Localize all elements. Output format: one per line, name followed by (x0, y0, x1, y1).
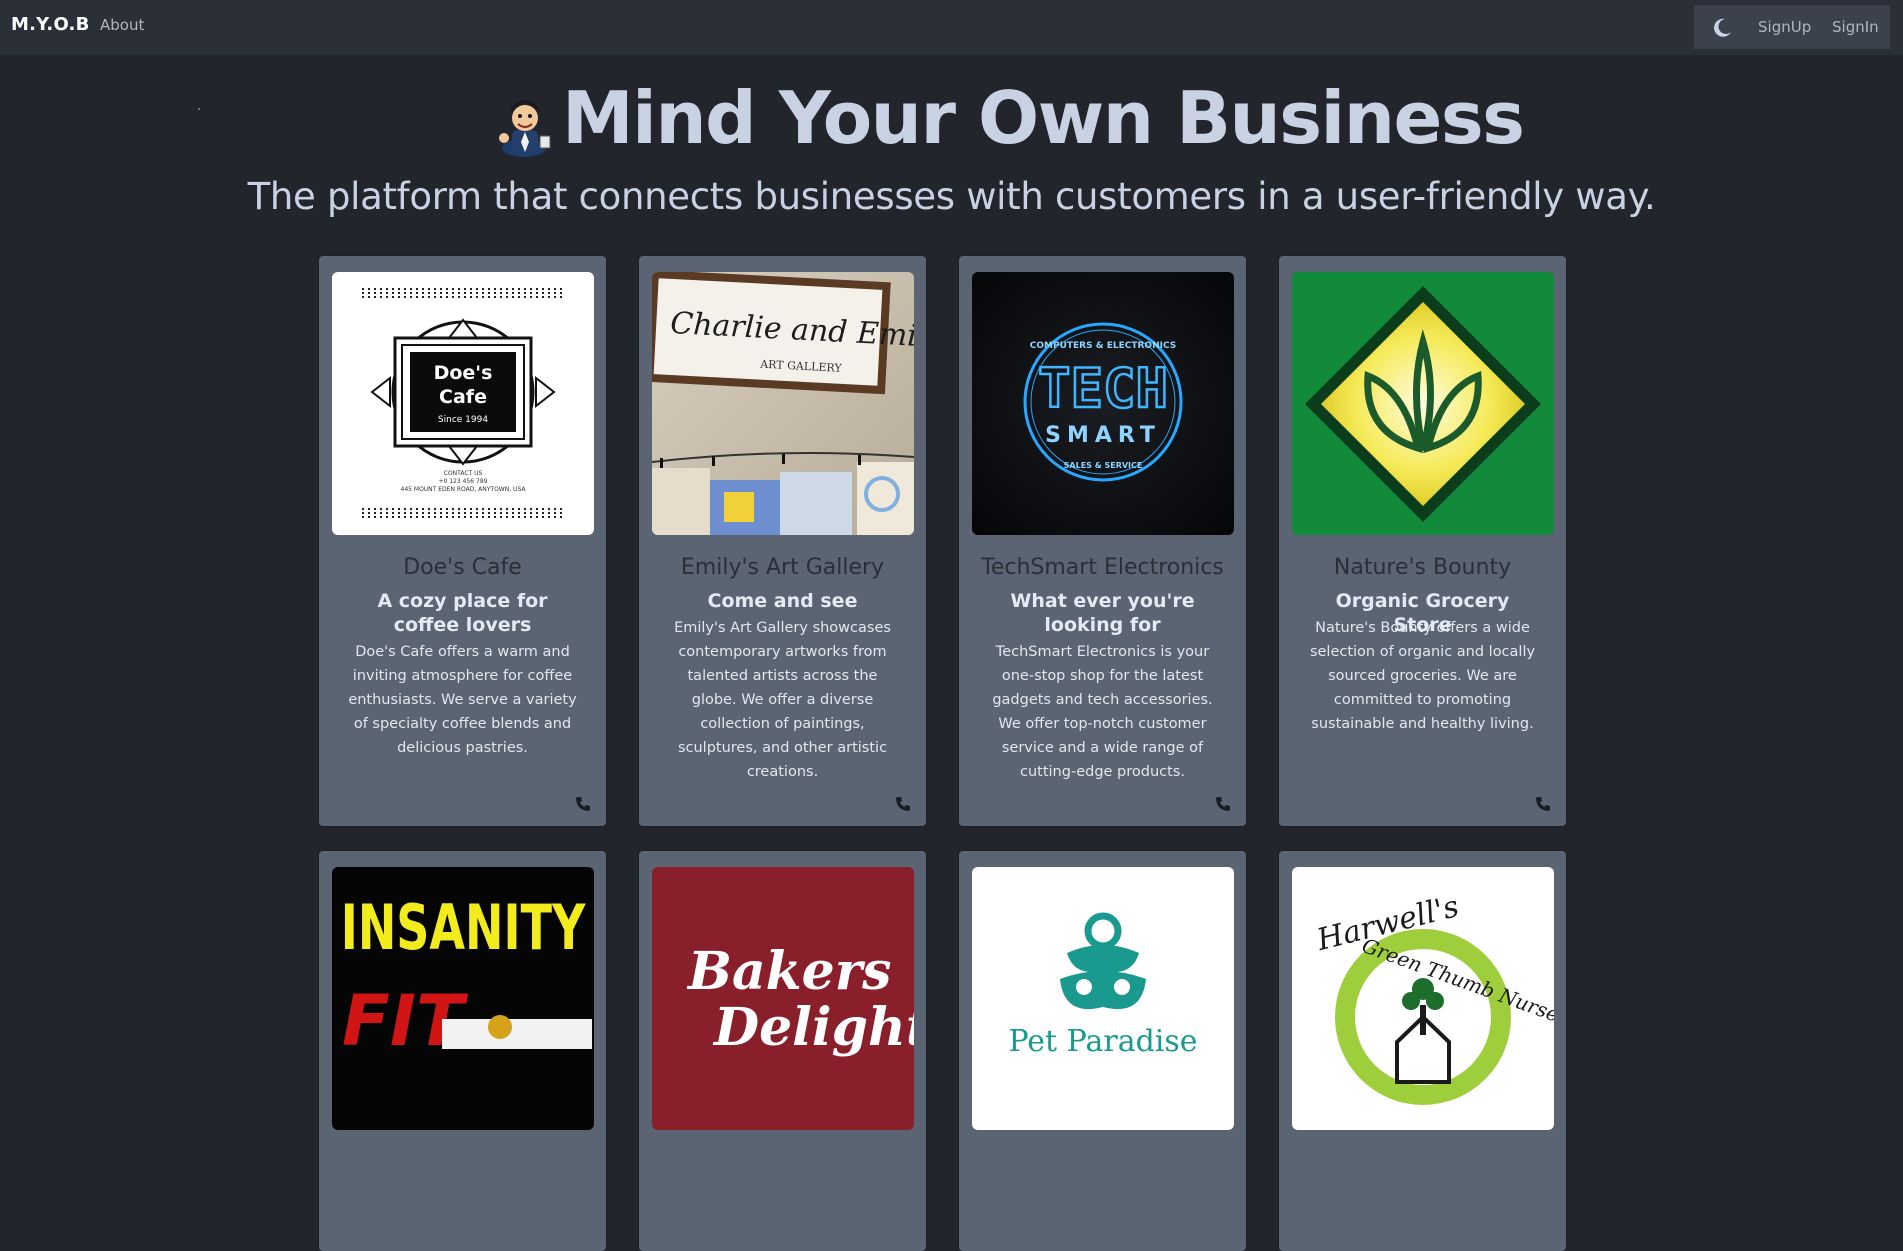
business-tagline: Come and see (707, 590, 858, 612)
business-description: Doe's Cafe offers a warm and inviting at… (348, 644, 577, 756)
logo-text: TECH (1038, 357, 1168, 420)
svg-text:+0 123 456 789: +0 123 456 789 (439, 478, 488, 485)
svg-text:SMART: SMART (1045, 423, 1161, 448)
svg-text:SALES & SERVICE: SALES & SERVICE (1064, 461, 1143, 470)
phone-icon[interactable] (1535, 796, 1551, 812)
business-name: Emily's Art Gallery (680, 555, 885, 580)
svg-text:COMPUTERS & ELECTRONICS: COMPUTERS & ELECTRONICS (1030, 341, 1176, 351)
business-card[interactable]: Nature's Bounty Organic Grocery Store Na… (1279, 256, 1566, 826)
svg-text:CONTACT US: CONTACT US (444, 470, 483, 477)
business-card[interactable]: COMPUTERS & ELECTRONICS TECH SMART SALES… (959, 256, 1246, 826)
navbar: M.Y.O.B About SignUp SignIn (0, 0, 1903, 55)
brand-logo-text[interactable]: M.Y.O.B (11, 14, 90, 35)
business-card[interactable]: Charlie and Emily's ART GALLERY Emily's … (639, 256, 926, 826)
nav-link-about[interactable]: About (100, 16, 144, 34)
logo-text: Doe's (434, 362, 493, 384)
svg-text:Delight: Delight (712, 997, 914, 1058)
phone-icon[interactable] (895, 796, 911, 812)
business-card[interactable]: INSANITY FIT (319, 851, 606, 1251)
business-logo-image: Doe's Cafe Since 1994 CONTACT US +0 123 … (332, 272, 594, 535)
business-logo-image (1292, 272, 1554, 535)
businessman-mascot-icon (494, 94, 558, 158)
business-logo-image: Harwell's Green Thumb Nursery (1292, 867, 1554, 1130)
svg-text:Cafe: Cafe (439, 386, 487, 408)
business-name: TechSmart Electronics (981, 555, 1224, 580)
business-card[interactable]: Bakers Delight (639, 851, 926, 1251)
decorative-dot (198, 108, 200, 110)
nav-right-group: SignUp SignIn (1694, 5, 1890, 49)
moon-icon[interactable] (1710, 16, 1734, 40)
logo-text: Pet Paradise (1008, 1024, 1197, 1059)
business-tagline: What ever you're looking for (1010, 590, 1195, 636)
phone-icon[interactable] (575, 796, 591, 812)
page-title: Mind Your Own Business (562, 76, 1525, 160)
hero-heading: Mind Your Own Business (490, 76, 1525, 162)
phone-icon[interactable] (1215, 796, 1231, 812)
business-logo-image: Bakers Delight (652, 867, 914, 1130)
business-logo-image: Charlie and Emily's ART GALLERY (652, 272, 914, 535)
business-logo-image: Pet Paradise (972, 867, 1234, 1130)
business-card[interactable]: Doe's Cafe Since 1994 CONTACT US +0 123 … (319, 256, 606, 826)
business-description: Nature's Bounty offers a wide selection … (1309, 620, 1536, 732)
svg-text:445 MOUNT EDEN ROAD, ANYTOWN,: 445 MOUNT EDEN ROAD, ANYTOWN, USA (401, 486, 527, 493)
nav-link-signin[interactable]: SignIn (1832, 18, 1879, 36)
svg-text:Since 1994: Since 1994 (438, 415, 488, 425)
business-tagline: A cozy place for coffee lovers (377, 590, 548, 636)
business-card[interactable]: Harwell's Green Thumb Nursery (1279, 851, 1566, 1251)
business-name: Doe's Cafe (403, 555, 522, 580)
business-name: Nature's Bounty (1333, 555, 1512, 580)
nav-link-signup[interactable]: SignUp (1758, 18, 1811, 36)
business-description: TechSmart Electronics is your one-stop s… (992, 644, 1213, 780)
business-card[interactable]: Pet Paradise (959, 851, 1246, 1251)
business-logo-image: COMPUTERS & ELECTRONICS TECH SMART SALES… (972, 272, 1234, 535)
business-logo-image: INSANITY FIT (332, 867, 594, 1130)
business-description: Emily's Art Gallery showcases contempora… (674, 620, 891, 780)
logo-text: Bakers (686, 941, 891, 1002)
page-subtitle: The platform that connects businesses wi… (247, 175, 1656, 218)
logo-text: INSANITY (341, 891, 587, 964)
